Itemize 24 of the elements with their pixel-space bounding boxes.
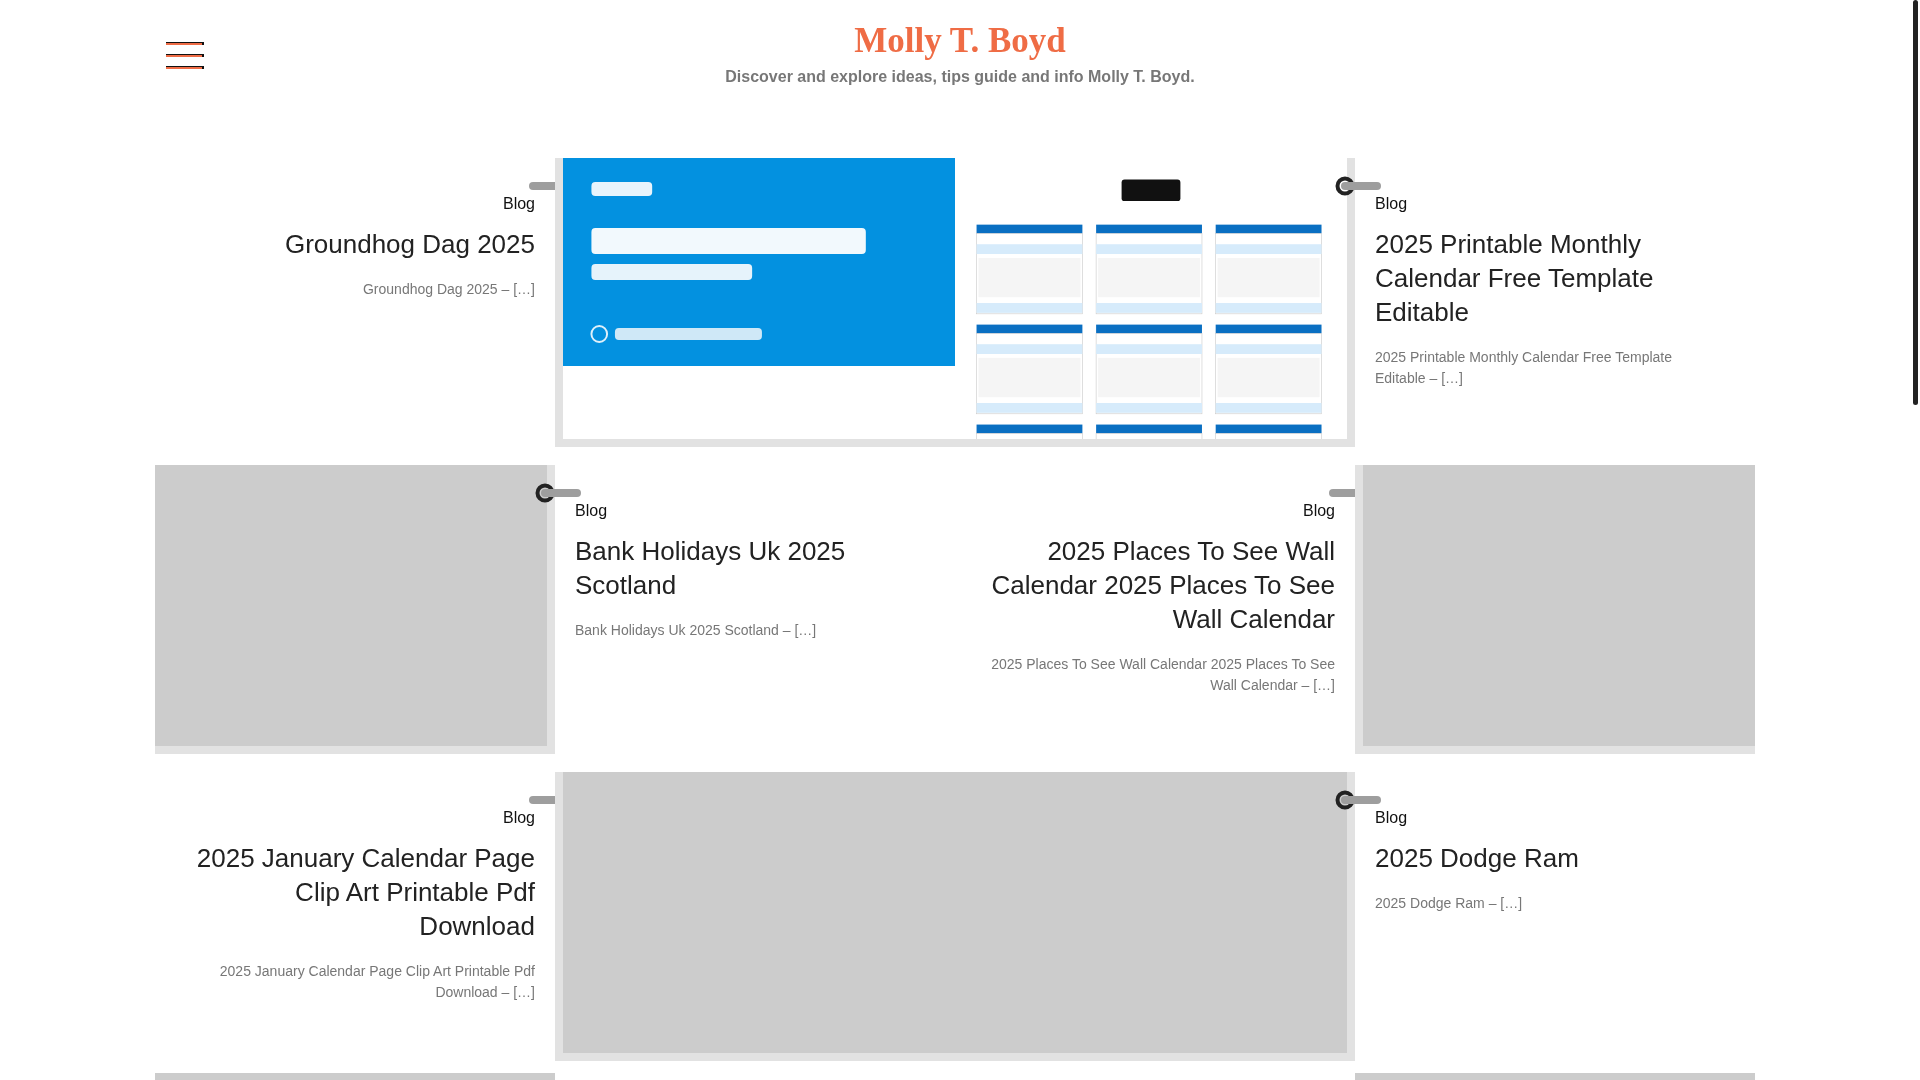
post-excerpt: 2025 Places To See Wall Calendar 2025 Places To See Wall Calendar – […] (990, 655, 1335, 695)
binder-ring-icon (1335, 790, 1381, 810)
post-title[interactable]: 2025 Places To See Wall Calendar 2025 Places To See Wall Calendar (975, 534, 1335, 636)
binder-ring-icon (535, 483, 581, 503)
scrollbar[interactable] (1913, 0, 1918, 405)
category-link[interactable]: Blog (1375, 195, 1408, 213)
post-excerpt: Groundhog Dag 2025 – […] (362, 280, 535, 299)
post-title[interactable]: Groundhog Dag 2025 (175, 227, 535, 261)
category-link[interactable]: Blog (1302, 502, 1335, 520)
post-excerpt: Bank Holidays Uk 2025 Scotland – […] (575, 621, 818, 640)
post-title[interactable]: Bank Holidays Uk 2025 Scotland (575, 534, 895, 602)
post-excerpt: 2025 Printable Monthly Calendar Free Template Editable – […] (1375, 348, 1674, 388)
binder-ring-icon (1335, 176, 1381, 196)
post-title[interactable]: 2025 January Calendar Page Clip Art Printable Pdf Download (175, 841, 535, 943)
post-title[interactable]: 2025 Printable Monthly Calendar Free Template Editable (1375, 227, 1695, 329)
category-link[interactable]: Blog (1375, 809, 1408, 827)
category-link[interactable]: Blog (575, 502, 608, 520)
post-excerpt: 2025 January Calendar Page Clip Art Printable Pdf Download – […] (218, 962, 535, 1002)
post-excerpt: 2025 Dodge Ram – […] (1375, 894, 1524, 913)
site-tagline: Discover and explore ideas, tips guide and info Molly T. Boyd. (725, 68, 1195, 86)
menu-icon[interactable] (166, 41, 204, 71)
category-link[interactable]: Blog (502, 195, 535, 213)
category-link[interactable]: Blog (502, 809, 535, 827)
post-title[interactable]: 2025 Dodge Ram (1375, 841, 1695, 875)
